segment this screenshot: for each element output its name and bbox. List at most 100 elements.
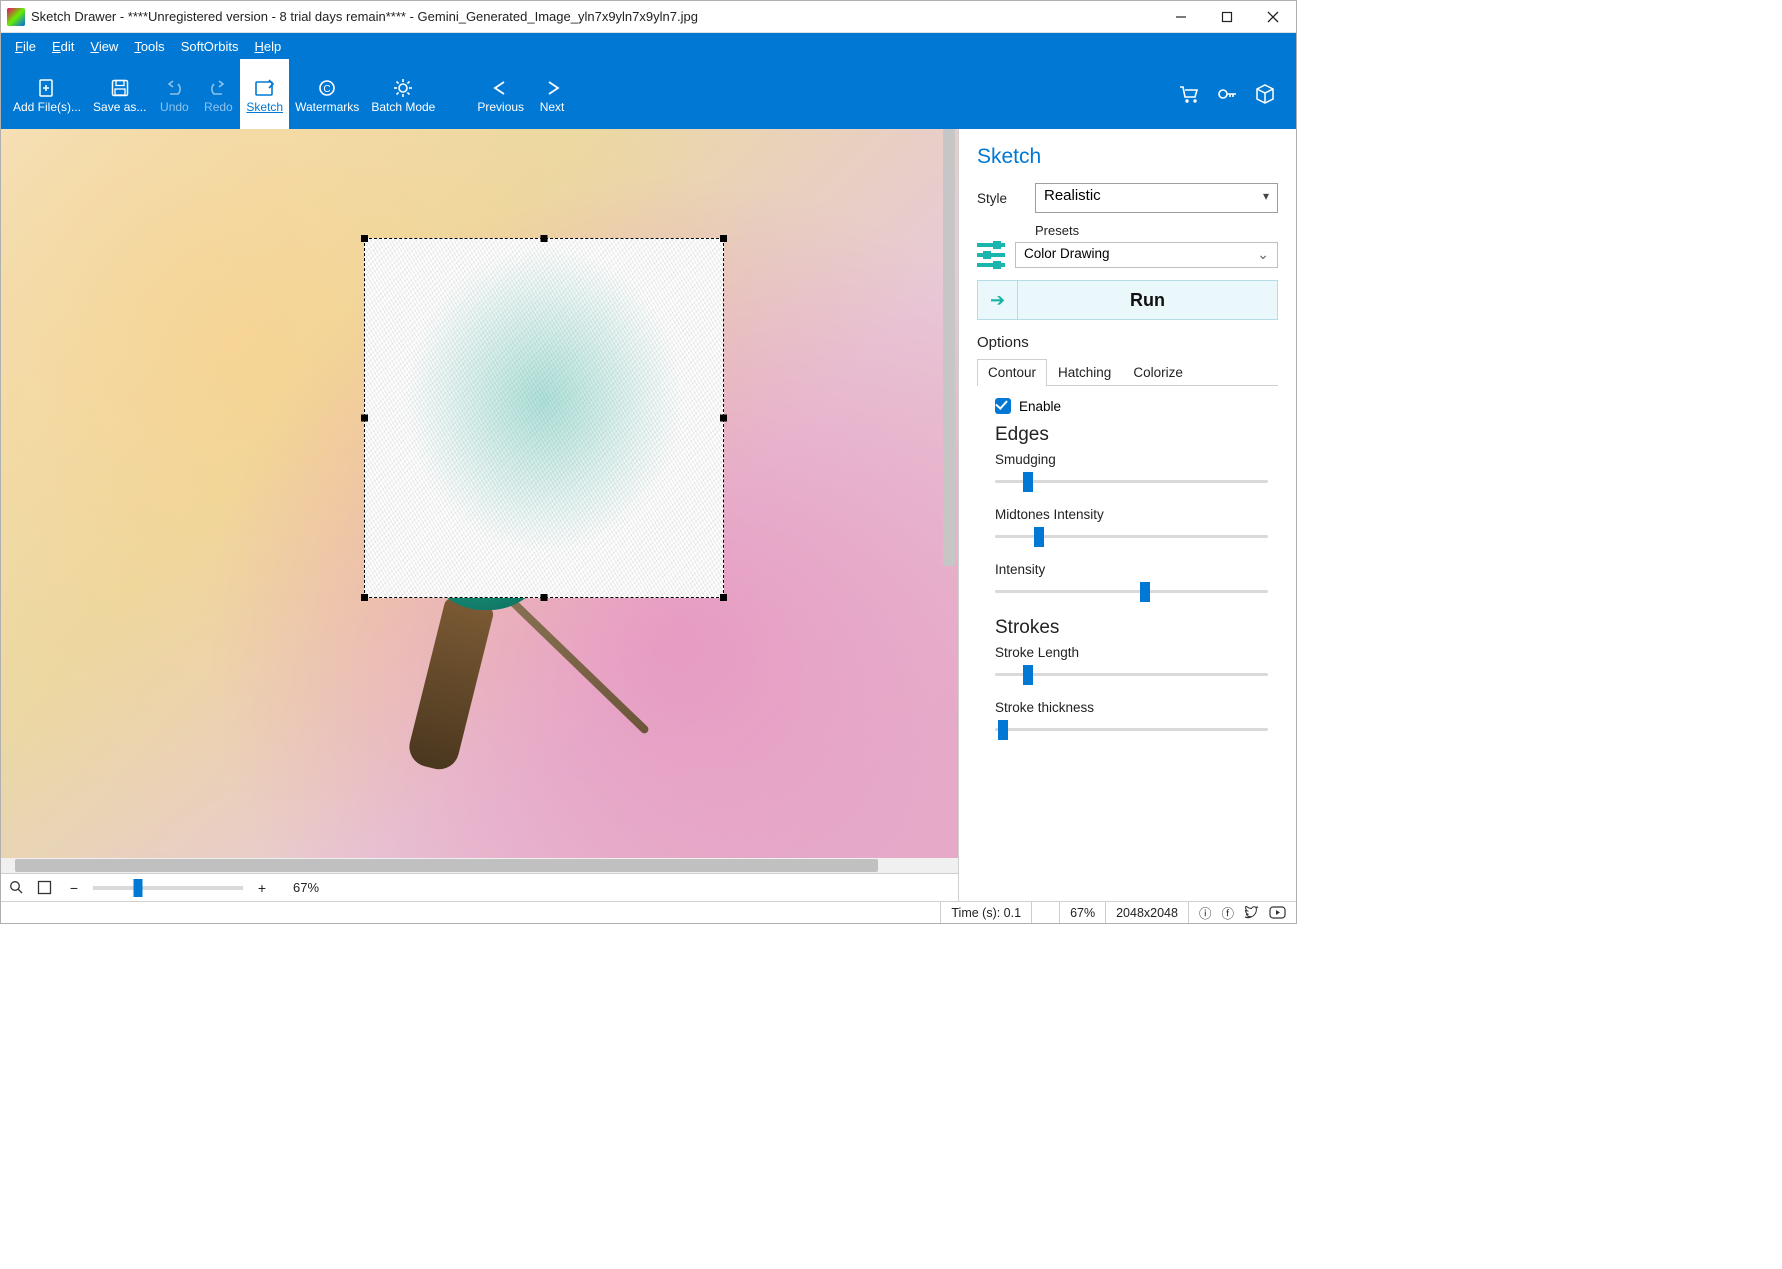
- undo-icon: [164, 77, 184, 99]
- side-panel: Sketch Style Realistic Presets Color Dra…: [958, 129, 1296, 901]
- handle-w[interactable]: [361, 415, 368, 422]
- run-arrow-icon: ➔: [977, 280, 1017, 320]
- sketch-label: Sketch: [246, 101, 283, 114]
- close-icon: [1267, 11, 1279, 23]
- minimize-button[interactable]: [1158, 1, 1204, 33]
- status-bar: Time (s): 0.1 67% 2048x2048 ⓘ ⓕ: [1, 901, 1296, 923]
- options-heading: Options: [977, 334, 1278, 351]
- vertical-scrollbar[interactable]: [943, 129, 955, 858]
- tab-contour[interactable]: Contour: [977, 359, 1047, 386]
- midtones-slider[interactable]: [995, 526, 1268, 546]
- redo-button[interactable]: Redo: [196, 59, 240, 129]
- menu-tools[interactable]: Tools: [126, 37, 172, 56]
- redo-icon: [208, 77, 228, 99]
- midtones-label: Midtones Intensity: [995, 507, 1278, 522]
- arrow-right-icon: [542, 77, 562, 99]
- handle-sw[interactable]: [361, 594, 368, 601]
- smudging-label: Smudging: [995, 452, 1278, 467]
- stroke-length-label: Stroke Length: [995, 645, 1278, 660]
- add-files-button[interactable]: Add File(s)...: [7, 59, 87, 129]
- batch-mode-label: Batch Mode: [371, 101, 435, 114]
- handle-se[interactable]: [720, 594, 727, 601]
- add-file-icon: [37, 77, 57, 99]
- stroke-thickness-label: Stroke thickness: [995, 700, 1278, 715]
- close-button[interactable]: [1250, 1, 1296, 33]
- menu-softorbits[interactable]: SoftOrbits: [173, 37, 247, 56]
- style-label: Style: [977, 191, 1025, 206]
- run-button[interactable]: Run: [1017, 280, 1278, 320]
- twitter-icon[interactable]: [1244, 906, 1259, 919]
- canvas-wrap: − + 67%: [1, 129, 958, 901]
- edges-heading: Edges: [995, 424, 1278, 446]
- toolbar: Add File(s)... Save as... Undo Redo: [1, 59, 1296, 129]
- handle-s[interactable]: [541, 594, 548, 601]
- gear-icon: [393, 77, 413, 99]
- stroke-thickness-slider[interactable]: [995, 719, 1268, 739]
- image-canvas[interactable]: [1, 129, 958, 858]
- facebook-icon[interactable]: ⓕ: [1221, 903, 1234, 922]
- watermarks-label: Watermarks: [295, 101, 359, 114]
- intensity-slider[interactable]: [995, 581, 1268, 601]
- menu-edit[interactable]: Edit: [44, 37, 82, 56]
- stroke-length-slider[interactable]: [995, 664, 1268, 684]
- horizontal-scrollbar[interactable]: [1, 858, 958, 873]
- strokes-heading: Strokes: [995, 617, 1278, 639]
- handle-e[interactable]: [720, 415, 727, 422]
- app-icon: [7, 8, 25, 26]
- status-time: Time (s): 0.1: [940, 902, 1031, 923]
- svg-text:C: C: [324, 84, 331, 95]
- key-icon[interactable]: [1216, 84, 1238, 104]
- zoom-slider[interactable]: [93, 886, 243, 890]
- watermark-icon: C: [317, 77, 337, 99]
- undo-button[interactable]: Undo: [152, 59, 196, 129]
- save-as-button[interactable]: Save as...: [87, 59, 152, 129]
- zoom-in-button[interactable]: +: [253, 880, 271, 896]
- sketch-button[interactable]: Sketch: [240, 59, 289, 129]
- add-files-label: Add File(s)...: [13, 101, 81, 114]
- youtube-icon[interactable]: [1269, 906, 1286, 919]
- next-label: Next: [540, 101, 565, 114]
- menu-file[interactable]: File: [7, 37, 44, 56]
- tab-colorize[interactable]: Colorize: [1122, 359, 1194, 386]
- box-icon[interactable]: [1254, 83, 1276, 105]
- options-tabs: Contour Hatching Colorize: [977, 359, 1278, 386]
- tab-hatching[interactable]: Hatching: [1047, 359, 1122, 386]
- zoom-out-button[interactable]: −: [65, 880, 83, 896]
- cart-icon[interactable]: [1178, 84, 1200, 104]
- zoom-actual-icon[interactable]: [9, 880, 27, 895]
- selection-box[interactable]: [364, 238, 724, 598]
- enable-checkbox[interactable]: [995, 398, 1011, 414]
- maximize-icon: [1221, 11, 1233, 23]
- batch-mode-button[interactable]: Batch Mode: [365, 59, 441, 129]
- handle-ne[interactable]: [720, 235, 727, 242]
- undo-label: Undo: [160, 101, 189, 114]
- info-icon[interactable]: ⓘ: [1199, 903, 1212, 922]
- presets-icon[interactable]: [977, 243, 1005, 267]
- sketch-icon: [254, 77, 276, 99]
- zoom-fit-icon[interactable]: [37, 880, 55, 895]
- status-zoom: 67%: [1059, 902, 1105, 923]
- handle-nw[interactable]: [361, 235, 368, 242]
- next-button[interactable]: Next: [530, 59, 574, 129]
- menu-bar: File Edit View Tools SoftOrbits Help: [1, 33, 1296, 59]
- main-area: − + 67% Sketch Style Realistic Presets C…: [1, 129, 1296, 901]
- status-resolution: 2048x2048: [1105, 902, 1188, 923]
- smudging-slider[interactable]: [995, 471, 1268, 491]
- style-dropdown[interactable]: Realistic: [1035, 183, 1278, 213]
- menu-help[interactable]: Help: [246, 37, 289, 56]
- presets-dropdown[interactable]: Color Drawing: [1015, 242, 1278, 268]
- save-icon: [110, 77, 130, 99]
- watermarks-button[interactable]: C Watermarks: [289, 59, 365, 129]
- save-as-label: Save as...: [93, 101, 146, 114]
- menu-view[interactable]: View: [82, 37, 126, 56]
- handle-n[interactable]: [541, 235, 548, 242]
- previous-button[interactable]: Previous: [471, 59, 530, 129]
- zoom-percent: 67%: [293, 880, 319, 895]
- window-title: Sketch Drawer - ****Unregistered version…: [31, 9, 1158, 24]
- minimize-icon: [1175, 11, 1187, 23]
- app-window: Sketch Drawer - ****Unregistered version…: [0, 0, 1297, 924]
- zoom-bar: − + 67%: [1, 873, 958, 901]
- arrow-left-icon: [491, 77, 511, 99]
- maximize-button[interactable]: [1204, 1, 1250, 33]
- previous-label: Previous: [477, 101, 524, 114]
